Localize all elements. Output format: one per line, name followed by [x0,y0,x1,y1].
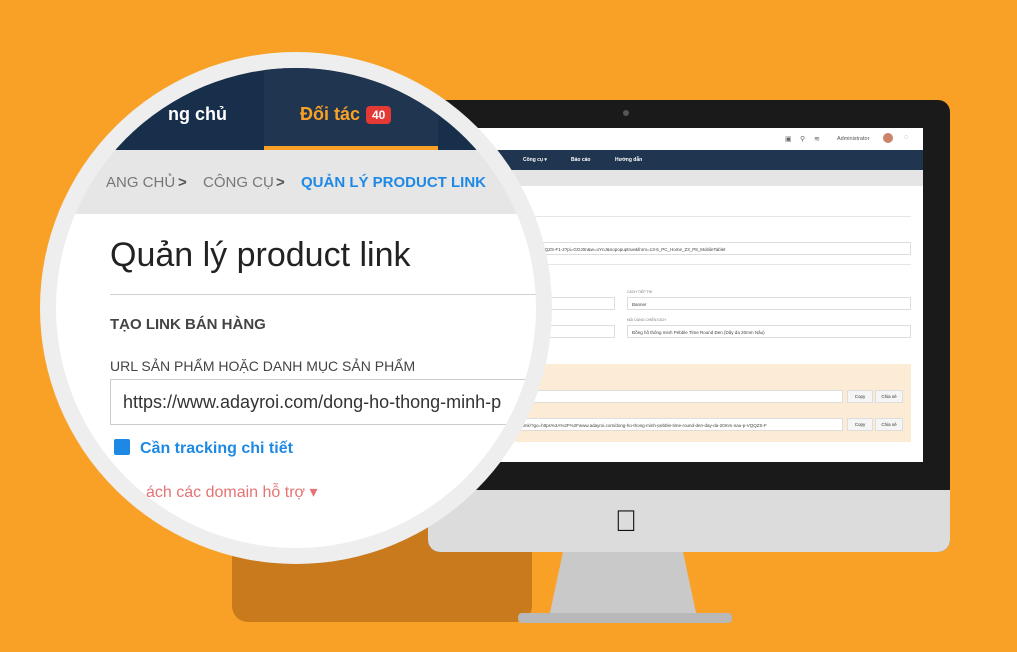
link-icon[interactable]: ⚲ [800,135,805,143]
monitor-stand [548,552,698,622]
avatar[interactable] [883,133,893,143]
nav-reports[interactable]: Báo cáo [571,157,590,163]
crumb-separator: > [178,174,187,191]
divider [110,294,536,295]
share-button-2[interactable]: Chia sẻ [875,418,903,431]
tracking-checkbox[interactable] [114,439,130,455]
tracking-label[interactable]: Cần tracking chi tiết [140,440,293,458]
crumb-current: QUẢN LÝ PRODUCT LINK [301,174,486,191]
nav-guide[interactable]: Hướng dẫn [615,157,642,163]
chat-icon[interactable]: ◌ [904,134,908,141]
campaign-content-input[interactable]: Đồng hồ thông minh Pebble Time Round Đen… [627,325,911,338]
copy-button[interactable]: Copy [847,390,873,403]
partner-count-badge: 40 [366,106,392,124]
supported-domains-link[interactable]: ách các domain hỗ trợ ▾ [146,482,318,502]
magnifier-lens: ng chủ Đối tác 40 ANG CHỦ > CÔNG CỤ > QU… [56,68,536,548]
section-title: TẠO LINK BÁN HÀNG [110,316,266,333]
apple-logo-icon:  [612,505,640,539]
crumb-separator: > [276,174,285,191]
full-link-input[interactable]: mmk/?go=https%3A%2F%2Fwww.adayroi.com/do… [515,418,843,431]
share-button[interactable]: Chia sẻ [875,390,903,403]
nav-home[interactable]: ng chủ [168,104,227,125]
url-input[interactable]: https://www.adayroi.com/dong-ho-thong-mi… [110,379,536,425]
divider [515,216,911,217]
copy-button-2[interactable]: Copy [847,418,873,431]
page-title: Quản lý product link [110,236,411,274]
image-icon[interactable]: ▣ [785,135,792,143]
crumb-tools[interactable]: CÔNG CỤ [203,174,274,191]
divider [515,264,911,265]
camera-dot [623,110,629,116]
admin-name[interactable]: Administrator [837,136,869,142]
result-panel: Copy Chia sẻ mmk/?go=https%3A%2F%2Fwww.a… [515,364,911,442]
marketing-method-input[interactable]: Banner [627,297,911,310]
url-field-label: URL SẢN PHẨM HOẶC DANH MỤC SẢN PHẨM [110,358,416,374]
monitor-chin [428,490,950,552]
short-link-input[interactable] [515,390,843,403]
crumb-home[interactable]: ANG CHỦ [106,174,175,191]
monitor-stand-base [518,613,732,623]
screen-url-input[interactable]: m-nau-p-VQQZS-F1-2?pi=GOJ0n&w=oYnJ&nopop… [515,242,911,255]
marketing-method-label: CÁCH TIẾP THỊ [627,290,653,294]
layers-icon[interactable]: ≋ [814,135,820,143]
campaign-content-label: NỘI DUNG CHIẾN DỊCH [627,318,666,322]
tab-partner-label[interactable]: Đối tác [300,104,360,125]
